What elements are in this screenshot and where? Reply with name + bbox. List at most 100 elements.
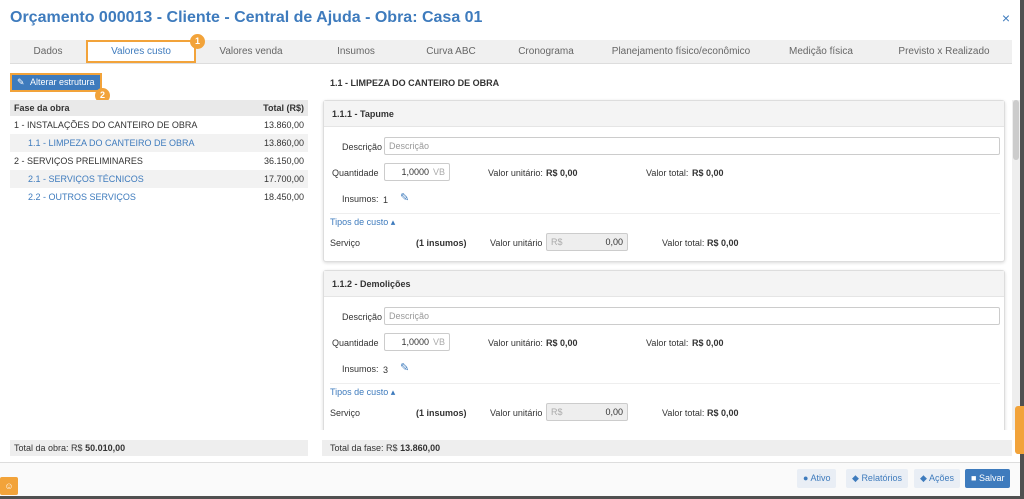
relatorios-label: Relatórios: [861, 473, 902, 483]
table-row[interactable]: 2 - SERVIÇOS PRELIMINARES 36.150,00: [10, 152, 308, 170]
desc-label: Descrição: [342, 142, 383, 152]
chevron-up-icon: ▴: [390, 387, 396, 397]
side-help-tab[interactable]: [1015, 406, 1024, 454]
description-input[interactable]: Descrição: [384, 137, 1000, 155]
save-button[interactable]: ■ Salvar: [965, 469, 1011, 488]
tab-curva-abc[interactable]: Curva ABC: [406, 40, 496, 63]
card-title: 1.1.1 - Tapume: [324, 101, 1004, 127]
acoes-button[interactable]: ◆ Ações: [914, 469, 960, 488]
row-label: 2.2 - OUTROS SERVIÇOS: [28, 192, 136, 202]
currency-prefix: R$: [551, 237, 563, 247]
chat-icon[interactable]: ☺: [0, 477, 18, 495]
tab-insumos[interactable]: Insumos: [306, 40, 406, 63]
tab-valores-venda[interactable]: Valores venda: [196, 40, 306, 63]
svc-label: Serviço: [330, 408, 361, 418]
svc-unit-value: 0,00: [605, 407, 623, 417]
svc-total-value: R$ 0,00: [707, 238, 739, 248]
alter-structure-label: Alterar estrutura: [30, 77, 95, 87]
quantity-input[interactable]: 1,0000 VB: [384, 163, 450, 181]
tab-valores-custo[interactable]: Valores custo: [86, 40, 196, 63]
card-title: 1.1.2 - Demolições: [324, 271, 1004, 297]
qty-unit: VB: [432, 167, 445, 177]
table-row[interactable]: 2.2 - OUTROS SERVIÇOS 18.450,00: [10, 188, 308, 206]
row-value: 13.860,00: [263, 120, 304, 130]
insumos-label: Insumos:: [342, 364, 379, 374]
tipos-custo-toggle[interactable]: Tipos de custo ▴: [330, 217, 395, 228]
qty-label: Quantidade: [332, 338, 379, 348]
modal-title: Orçamento 000013 - Cliente - Central de …: [10, 9, 483, 26]
unit-label: Valor unitário:: [488, 168, 543, 178]
svc-unit-input: R$ 0,00: [546, 233, 628, 251]
total-obra-label: Total da obra: R$: [14, 443, 83, 453]
row-label: 2.1 - SERVIÇOS TÉCNICOS: [28, 174, 144, 184]
edit-insumos-icon[interactable]: ✎: [400, 191, 409, 204]
acoes-label: Ações: [928, 473, 954, 483]
desc-label: Descrição: [342, 312, 383, 322]
phase-detail-panel: 1.1 - LIMPEZA DO CANTEIRO DE OBRA 1.1.1 …: [320, 70, 1014, 430]
save-icon: ■: [971, 473, 977, 483]
currency-prefix: R$: [551, 407, 563, 417]
row-value: 18.450,00: [263, 192, 304, 202]
tab-cronograma[interactable]: Cronograma: [496, 40, 596, 63]
svc-total-label: Valor total:: [662, 238, 705, 248]
tab-planejamento[interactable]: Planejamento físico/econômico: [596, 40, 766, 63]
table-row[interactable]: 2.1 - SERVIÇOS TÉCNICOS 17.700,00: [10, 170, 308, 188]
tab-medicao[interactable]: Medição física: [766, 40, 876, 63]
phase-table: Fase da obra Total (R$) 1 - INSTALAÇÕES …: [10, 100, 308, 206]
insumos-count: 3: [383, 365, 389, 375]
qty-value: 1,0000: [401, 167, 429, 177]
scroll-thumb[interactable]: [1013, 100, 1019, 160]
total-value: R$ 0,00: [692, 338, 724, 348]
svc-label: Serviço: [330, 238, 361, 248]
table-row[interactable]: 1 - INSTALAÇÕES DO CANTEIRO DE OBRA 13.8…: [10, 116, 308, 134]
col-phase: Fase da obra: [14, 103, 70, 113]
tab-bar: Dados Valores custo Valores venda Insumo…: [10, 40, 1012, 64]
close-icon[interactable]: ×: [1002, 10, 1010, 26]
qty-label: Quantidade: [332, 168, 379, 178]
chevron-up-icon: ▴: [390, 217, 396, 227]
row-value: 17.700,00: [263, 174, 304, 184]
tab-dados[interactable]: Dados: [10, 40, 86, 63]
tipos-custo-toggle[interactable]: Tipos de custo ▴: [330, 387, 395, 398]
description-input[interactable]: Descrição: [384, 307, 1000, 325]
tipos-label: Tipos de custo: [330, 387, 389, 397]
total-label: Valor total:: [646, 338, 689, 348]
service-card: 1.1.2 - Demolições Descrição Descrição Q…: [323, 270, 1005, 430]
save-label: Salvar: [978, 473, 1005, 483]
svc-unit-input: R$ 0,00: [546, 403, 628, 421]
svc-unit-label: Valor unitário: [490, 408, 543, 418]
col-total: Total (R$): [263, 103, 304, 113]
edit-insumos-icon[interactable]: ✎: [400, 361, 409, 374]
divider: [330, 383, 1000, 384]
total-obra-value: 50.010,00: [85, 443, 126, 453]
quantity-input[interactable]: 1,0000 VB: [384, 333, 450, 351]
total-fase-label: Total da fase: R$: [330, 443, 398, 453]
circle-icon: ●: [803, 473, 809, 483]
table-row[interactable]: 1.1 - LIMPEZA DO CANTEIRO DE OBRA 13.860…: [10, 134, 308, 152]
scrollbar[interactable]: [1012, 100, 1020, 430]
row-value: 36.150,00: [263, 156, 304, 166]
ativo-button[interactable]: ● Ativo: [797, 469, 837, 488]
callout-badge-1: 1: [190, 34, 205, 49]
row-label: 1 - INSTALAÇÕES DO CANTEIRO DE OBRA: [14, 120, 198, 130]
pencil-icon: ✎: [17, 77, 25, 87]
divider: [330, 213, 1000, 214]
svc-unit-value: 0,00: [605, 237, 623, 247]
unit-label: Valor unitário:: [488, 338, 543, 348]
relatorios-button[interactable]: ◆ Relatórios: [846, 469, 908, 488]
budget-modal: Orçamento 000013 - Cliente - Central de …: [0, 0, 1020, 496]
svc-count: (1 insumos): [416, 408, 467, 418]
tab-previsto-realizado[interactable]: Previsto x Realizado: [876, 40, 1012, 63]
alter-structure-button[interactable]: ✎ Alterar estrutura: [10, 73, 102, 92]
svc-count: (1 insumos): [416, 238, 467, 248]
total-obra-footer: Total da obra: R$ 50.010,00: [10, 440, 308, 456]
total-label: Valor total:: [646, 168, 689, 178]
unit-value: R$ 0,00: [546, 168, 578, 178]
qty-value: 1,0000: [401, 337, 429, 347]
phase-table-header: Fase da obra Total (R$): [10, 100, 308, 116]
total-fase-value: 13.860,00: [400, 443, 441, 453]
total-fase-footer: Total da fase: R$ 13.860,00: [322, 440, 1012, 456]
row-value: 13.860,00: [263, 138, 304, 148]
insumos-label: Insumos:: [342, 194, 379, 204]
tag-icon: ◆: [920, 473, 927, 483]
